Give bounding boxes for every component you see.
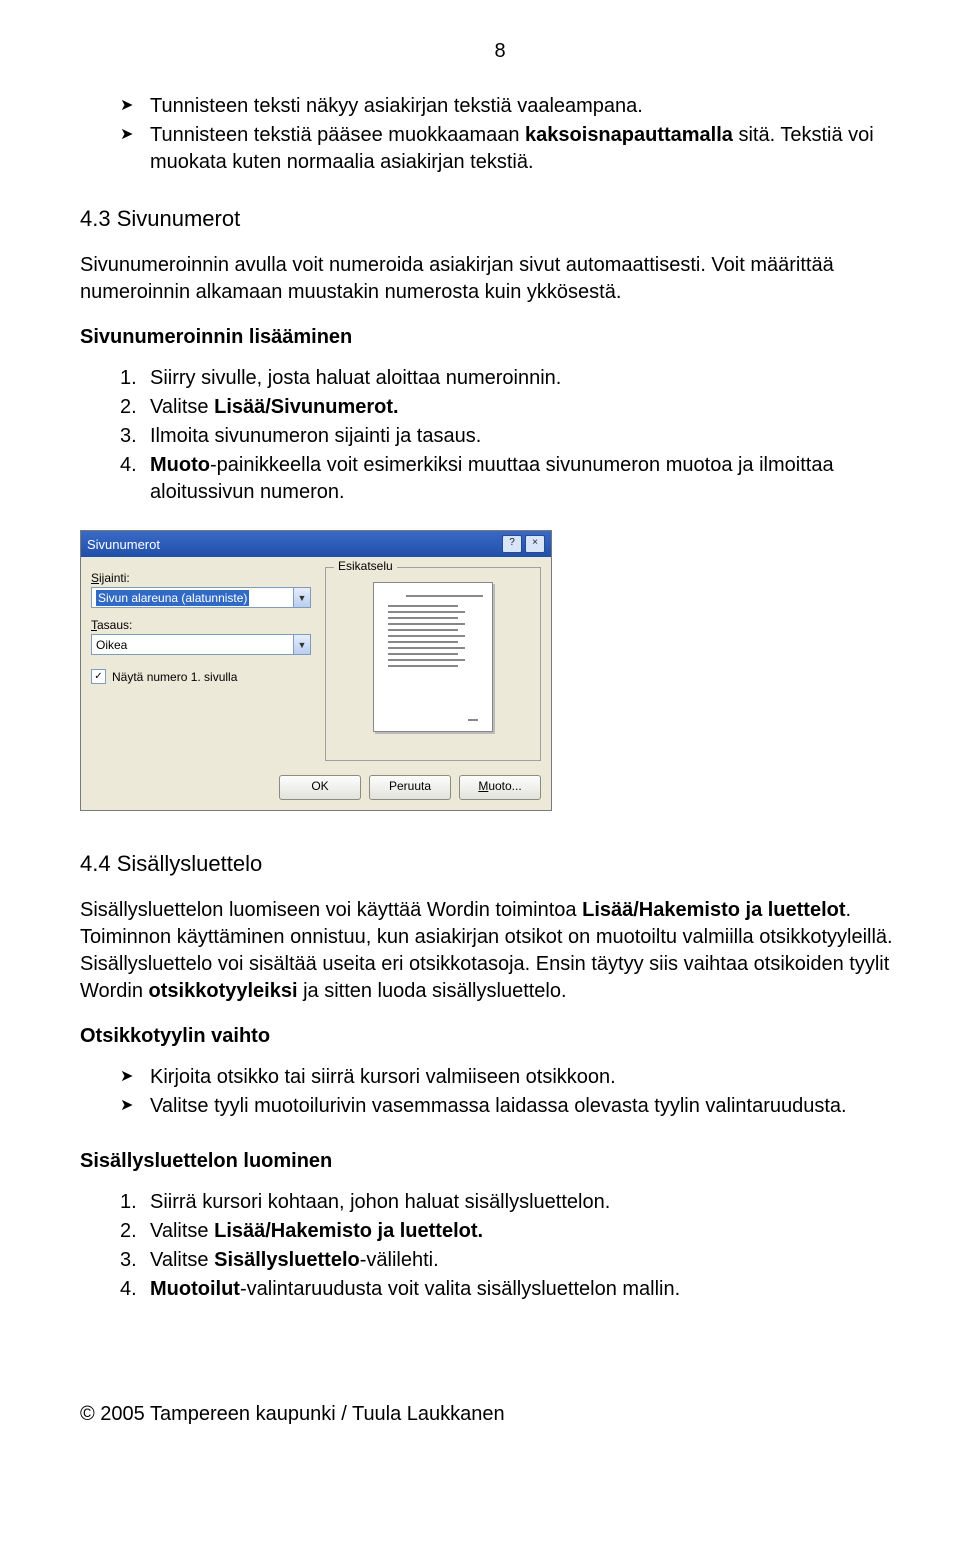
dialog-titlebar: Sivunumerot ? × xyxy=(81,531,551,557)
text: Valitse xyxy=(150,1249,214,1271)
text-bold: kaksoisnapauttamalla xyxy=(525,124,733,146)
text: -painikkeella voit esimerkiksi muuttaa s… xyxy=(150,454,834,503)
text: Valitse tyyli muotoilurivin vasemmassa l… xyxy=(150,1095,847,1117)
format-button[interactable]: Muoto... xyxy=(459,775,541,800)
list-item: Tunnisteen teksti näkyy asiakirjan tekst… xyxy=(120,93,920,120)
text: Valitse xyxy=(150,1220,214,1242)
close-icon[interactable]: × xyxy=(525,535,545,553)
text: Tunnisteen teksti näkyy asiakirjan tekst… xyxy=(150,95,643,117)
chevron-down-icon[interactable]: ▼ xyxy=(293,588,310,607)
paragraph: Sisällysluettelon luomiseen voi käyttää … xyxy=(80,897,920,1005)
checkbox-label: Näytä numero 1. sivulla xyxy=(112,670,237,684)
preview-legend: Esikatselu xyxy=(334,559,397,573)
text-bold: otsikkotyyleiksi xyxy=(149,980,298,1002)
list-item: Muoto-painikkeella voit esimerkiksi muut… xyxy=(120,452,920,506)
subheading: Sivunumeroinnin lisääminen xyxy=(80,326,920,349)
text: Kirjoita otsikko tai siirrä kursori valm… xyxy=(150,1066,616,1088)
text-bold: Lisää/Hakemisto ja luettelot xyxy=(582,899,845,921)
list-item: Kirjoita otsikko tai siirrä kursori valm… xyxy=(120,1064,920,1091)
list-item: Valitse Sisällysluettelo-välilehti. xyxy=(120,1247,920,1274)
text: Ilmoita sivunumeron sijainti ja tasaus. xyxy=(150,425,481,447)
page-preview-icon xyxy=(373,582,493,732)
page-number: 8 xyxy=(80,40,920,63)
ok-button[interactable]: OK xyxy=(279,775,361,800)
tasaus-dropdown[interactable]: Oikea ▼ xyxy=(91,634,311,655)
show-first-page-checkbox[interactable]: ✓ xyxy=(91,669,106,684)
dialog-title: Sivunumerot xyxy=(87,537,160,552)
paragraph: Sivunumeroinnin avulla voit numeroida as… xyxy=(80,252,920,306)
subheading: Sisällysluettelon luominen xyxy=(80,1150,920,1173)
text: -valintaruudusta voit valita sisällyslue… xyxy=(240,1278,680,1300)
help-icon[interactable]: ? xyxy=(502,535,522,553)
heading-4-3: 4.3 Sivunumerot xyxy=(80,206,920,232)
heading-4-4: 4.4 Sisällysluettelo xyxy=(80,851,920,877)
text: Siirrä kursori kohtaan, johon haluat sis… xyxy=(150,1191,610,1213)
text: Valitse xyxy=(150,396,214,418)
text-bold: Sisällysluettelo xyxy=(214,1249,360,1271)
dropdown-value: Sivun alareuna (alatunniste) xyxy=(96,590,249,606)
dropdown-value: Oikea xyxy=(96,638,127,652)
text: Sisällysluettelon luomiseen voi käyttää … xyxy=(80,899,582,921)
numbered-list: Siirrä kursori kohtaan, johon haluat sis… xyxy=(120,1189,920,1303)
list-item: Valitse Lisää/Hakemisto ja luettelot. xyxy=(120,1218,920,1245)
tasaus-label: Tasaus: xyxy=(91,618,311,632)
cancel-button[interactable]: Peruuta xyxy=(369,775,451,800)
subheading: Otsikkotyylin vaihto xyxy=(80,1025,920,1048)
copyright: © 2005 Tampereen kaupunki / Tuula Laukka… xyxy=(80,1403,920,1426)
text-bold: Lisää/Sivunumerot. xyxy=(214,396,399,418)
text-bold: Muotoilut xyxy=(150,1278,240,1300)
list-item: Siirry sivulle, josta haluat aloittaa nu… xyxy=(120,365,920,392)
bullet-list: Kirjoita otsikko tai siirrä kursori valm… xyxy=(120,1064,920,1120)
list-item: Valitse Lisää/Sivunumerot. xyxy=(120,394,920,421)
text: ja sitten luoda sisällysluettelo. xyxy=(298,980,567,1002)
list-item: Valitse tyyli muotoilurivin vasemmassa l… xyxy=(120,1093,920,1120)
text-bold: Muoto xyxy=(150,454,210,476)
list-item: Tunnisteen tekstiä pääsee muokkaamaan ka… xyxy=(120,122,920,176)
chevron-down-icon[interactable]: ▼ xyxy=(293,635,310,654)
list-item: Ilmoita sivunumeron sijainti ja tasaus. xyxy=(120,423,920,450)
sijainti-label: Sijainti: xyxy=(91,571,311,585)
list-item: Siirrä kursori kohtaan, johon haluat sis… xyxy=(120,1189,920,1216)
text: -välilehti. xyxy=(360,1249,439,1271)
preview-groupbox: Esikatselu xyxy=(325,567,541,761)
text-bold: Lisää/Hakemisto ja luettelot. xyxy=(214,1220,483,1242)
page-numbers-dialog: Sivunumerot ? × Sijainti: Sivun alareuna… xyxy=(80,530,552,811)
numbered-list: Siirry sivulle, josta haluat aloittaa nu… xyxy=(120,365,920,506)
list-item: Muotoilut-valintaruudusta voit valita si… xyxy=(120,1276,920,1303)
text: Tunnisteen tekstiä pääsee muokkaamaan xyxy=(150,124,525,146)
intro-bullet-list: Tunnisteen teksti näkyy asiakirjan tekst… xyxy=(120,93,920,176)
text: Siirry sivulle, josta haluat aloittaa nu… xyxy=(150,367,561,389)
sijainti-dropdown[interactable]: Sivun alareuna (alatunniste) ▼ xyxy=(91,587,311,608)
